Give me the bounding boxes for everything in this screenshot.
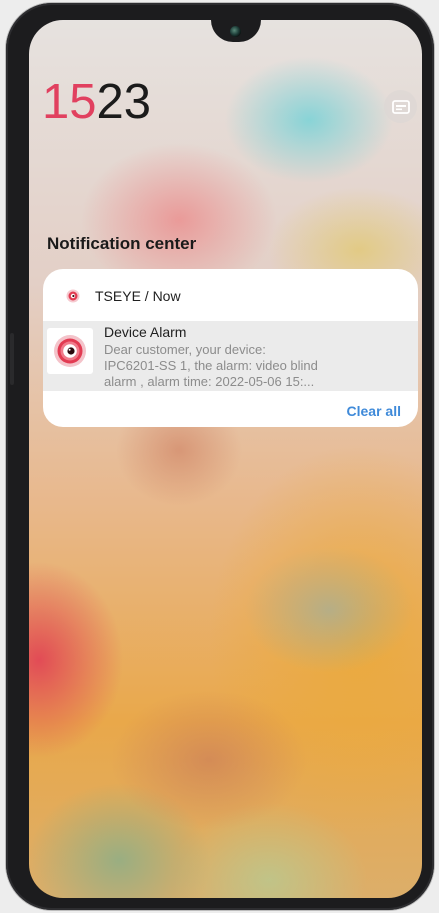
clock: 1523: [42, 78, 151, 127]
notification-line: Dear customer, your device:: [104, 342, 266, 357]
clock-minute: 23: [96, 75, 152, 129]
tseye-camera-icon: [66, 289, 80, 303]
clear-all-button[interactable]: Clear all: [347, 403, 401, 419]
notification-text: Dear customer, your device: IPC6201-SS 1…: [104, 342, 404, 390]
notification-item[interactable]: Device Alarm Dear customer, your device:…: [43, 321, 418, 391]
notification-header: TSEYE / Now: [43, 269, 418, 321]
side-button: [10, 333, 14, 385]
notch: [211, 20, 261, 42]
notification-card[interactable]: TSEYE / Now Device Alarm Dear customer,: [43, 269, 418, 427]
lock-screen: 1523 Notification center TSEYE / Now Dev…: [29, 20, 422, 898]
notification-title: Device Alarm: [104, 324, 187, 340]
clock-hour: 15: [42, 75, 97, 129]
phone-frame: 1523 Notification center TSEYE / Now Dev…: [6, 3, 434, 910]
notification-line: alarm , alarm time: 2022-05-06 15:...: [104, 374, 315, 389]
message-icon: [391, 99, 410, 114]
app-icon: [47, 328, 93, 374]
message-button[interactable]: [384, 90, 417, 123]
notification-app-meta: TSEYE / Now: [95, 288, 181, 304]
notification-center-title: Notification center: [47, 234, 197, 253]
front-camera-icon: [230, 26, 241, 37]
notification-line: IPC6201-SS 1, the alarm: video blind: [104, 358, 318, 373]
tseye-camera-icon: [54, 335, 86, 367]
